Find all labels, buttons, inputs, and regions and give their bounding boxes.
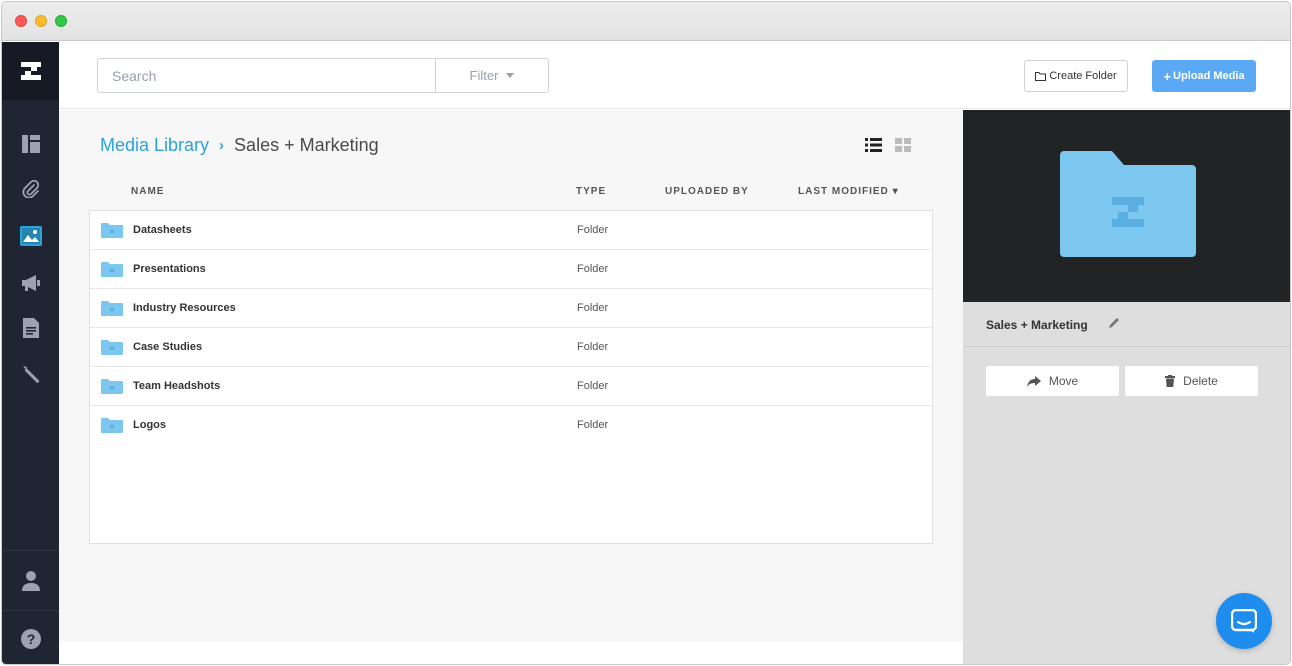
table-row[interactable]: Logos Folder <box>90 406 932 445</box>
table-row[interactable]: Case Studies Folder <box>90 328 932 367</box>
dashboard-icon[interactable] <box>2 124 59 164</box>
grid-view-icon[interactable] <box>895 138 911 157</box>
panel-title-row: Sales + Marketing <box>963 302 1290 347</box>
title-bar <box>2 2 1290 41</box>
trash-icon <box>1165 375 1176 387</box>
breadcrumb-current: Sales + Marketing <box>234 135 379 155</box>
chat-icon <box>1231 609 1257 633</box>
details-panel: Sales + Marketing Move Delete <box>963 110 1290 664</box>
upload-media-label: Upload Media <box>1173 70 1245 82</box>
help-icon[interactable]: ? <box>2 619 59 659</box>
folder-icon <box>101 418 123 433</box>
breadcrumb-separator: › <box>219 137 225 154</box>
folder-icon <box>1060 151 1196 257</box>
sidebar: ? <box>2 42 59 664</box>
folder-icon <box>101 340 123 355</box>
row-type: Folder <box>577 224 609 236</box>
create-folder-button[interactable]: Create Folder <box>1024 60 1128 92</box>
upload-media-button[interactable]: + Upload Media <box>1152 60 1256 92</box>
create-folder-label: Create Folder <box>1049 70 1117 82</box>
minimize-window-button[interactable] <box>35 15 47 27</box>
row-type: Folder <box>577 380 609 392</box>
move-label: Move <box>1048 374 1079 388</box>
folder-icon <box>101 223 123 238</box>
image-icon[interactable] <box>2 216 59 256</box>
paperclip-icon[interactable] <box>2 169 59 209</box>
user-icon[interactable] <box>2 561 59 601</box>
filter-dropdown[interactable]: Filter <box>435 59 548 92</box>
tools-icon[interactable] <box>2 354 59 394</box>
table-row[interactable]: Industry Resources Folder <box>90 289 932 328</box>
table-row[interactable]: Team Headshots Folder <box>90 367 932 406</box>
sidebar-divider <box>2 610 59 611</box>
breadcrumb-media-library[interactable]: Media Library <box>100 135 209 156</box>
maximize-window-button[interactable] <box>55 15 67 27</box>
move-button[interactable]: Move <box>986 366 1119 396</box>
filter-label: Filter <box>469 68 499 83</box>
row-name: Logos <box>133 419 166 431</box>
folder-outline-icon <box>1035 71 1047 81</box>
search-box: Filter <box>97 58 549 93</box>
panel-title: Sales + Marketing <box>986 318 1088 332</box>
row-name: Case Studies <box>133 341 203 353</box>
folder-icon <box>101 262 123 277</box>
row-type: Folder <box>577 302 609 314</box>
chat-launcher-button[interactable] <box>1216 593 1272 649</box>
caret-down-icon <box>506 73 515 78</box>
folder-icon <box>101 379 123 394</box>
media-table: Datasheets Folder Presentations Folder I… <box>89 210 933 544</box>
sidebar-divider <box>2 550 59 551</box>
share-arrow-icon <box>1026 375 1041 387</box>
sidebar-logo[interactable] <box>2 42 59 100</box>
column-header-type[interactable]: TYPE <box>576 186 606 197</box>
column-header-uploaded-by[interactable]: UPLOADED BY <box>665 186 749 197</box>
column-header-last-modified-label: LAST MODIFIED <box>798 186 889 197</box>
document-icon[interactable] <box>2 308 59 348</box>
svg-text:?: ? <box>26 631 35 647</box>
row-name: Presentations <box>133 263 206 275</box>
close-window-button[interactable] <box>15 15 27 27</box>
main-content: Media Library › Sales + Marketing NAME T… <box>59 110 963 642</box>
plus-icon: + <box>1163 68 1172 84</box>
row-name: Industry Resources <box>133 302 236 314</box>
app-window: ? Filter Create Folder + Upload Media Me… <box>1 1 1291 665</box>
table-row[interactable]: Datasheets Folder <box>90 211 932 250</box>
list-view-icon[interactable] <box>865 138 882 157</box>
logo-icon <box>2 51 59 91</box>
breadcrumb: Media Library › Sales + Marketing <box>100 135 379 156</box>
folder-preview <box>963 110 1290 302</box>
row-name: Team Headshots <box>133 380 221 392</box>
row-type: Folder <box>577 419 609 431</box>
row-name: Datasheets <box>133 224 192 236</box>
row-type: Folder <box>577 263 609 275</box>
folder-icon <box>101 301 123 316</box>
delete-label: Delete <box>1183 374 1218 388</box>
search-input[interactable] <box>98 59 435 92</box>
row-type: Folder <box>577 341 609 353</box>
megaphone-icon[interactable] <box>2 263 59 303</box>
pencil-icon[interactable] <box>1108 317 1120 329</box>
sort-caret-icon: ▾ <box>892 186 899 197</box>
top-bar: Filter Create Folder + Upload Media <box>59 42 1290 109</box>
table-row[interactable]: Presentations Folder <box>90 250 932 289</box>
column-header-name[interactable]: NAME <box>131 186 164 197</box>
main-footer <box>59 642 963 664</box>
delete-button[interactable]: Delete <box>1125 366 1258 396</box>
column-header-last-modified[interactable]: LAST MODIFIED ▾ <box>798 186 899 197</box>
